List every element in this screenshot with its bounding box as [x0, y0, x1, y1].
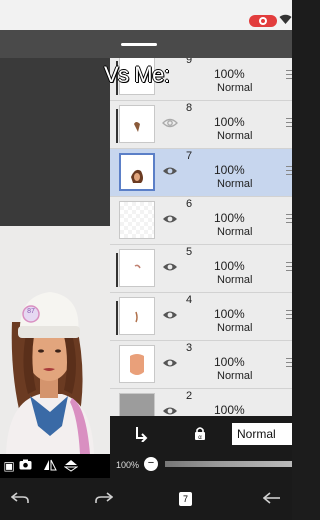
layer-blend-mode: Normal — [217, 322, 253, 334]
layer-opacity: 100% — [214, 163, 245, 177]
layer-blend-mode: Normal — [217, 370, 253, 382]
layer-thumbnail — [119, 345, 155, 383]
layer-blend-mode: Normal — [217, 274, 253, 286]
eye-icon[interactable] — [162, 405, 178, 416]
flip-horizontal-icon[interactable] — [43, 459, 57, 473]
layer-thumbnail — [119, 201, 155, 239]
layer-opacity: 100% — [214, 259, 245, 273]
clipping-arrow-icon[interactable] — [134, 426, 148, 442]
back-arrow-icon[interactable] — [262, 490, 282, 510]
canvas-background — [0, 58, 110, 226]
layer-menu-icon[interactable] — [286, 118, 292, 130]
layer-thumbnail — [119, 153, 155, 191]
opacity-value: 100% — [116, 460, 140, 470]
layer-blend-mode: Normal — [217, 130, 253, 142]
wifi-icon — [279, 14, 292, 26]
layer-row-5[interactable]: 5 100% Normal — [110, 245, 292, 293]
video-caption: Vs Me: — [104, 62, 170, 87]
camera-icon[interactable] — [18, 459, 32, 473]
layer-menu-icon[interactable] — [286, 214, 292, 226]
eye-icon[interactable] — [162, 309, 178, 321]
layers-button[interactable]: 7 — [179, 492, 192, 506]
undo-icon[interactable] — [10, 490, 30, 510]
blend-mode-select[interactable]: Normal — [232, 423, 292, 445]
layer-menu-icon[interactable] — [286, 262, 292, 274]
layer-opacity: 100% — [214, 115, 245, 129]
layer-number: 8 — [186, 102, 193, 114]
layer-menu-icon[interactable] — [286, 358, 292, 370]
layer-row-8[interactable]: 8 100% Normal — [110, 101, 292, 149]
layer-number: 2 — [186, 390, 193, 402]
hat-badge-text: 87 — [27, 308, 35, 315]
layer-menu-icon[interactable] — [286, 310, 292, 322]
layer-thumbnail — [119, 393, 155, 416]
layer-thumbnail — [119, 249, 155, 287]
layer-number: 5 — [186, 246, 193, 258]
opacity-decrease-button[interactable]: − — [144, 457, 158, 471]
girl-illustration — [6, 292, 94, 454]
opacity-slider[interactable] — [165, 461, 292, 467]
panel-drag-handle[interactable] — [121, 43, 157, 46]
layer-menu-icon[interactable] — [286, 70, 292, 82]
layer-number: 4 — [186, 294, 193, 306]
eye-icon[interactable] — [162, 165, 178, 177]
layer-row-7[interactable]: 7 100% Normal — [110, 149, 292, 197]
layer-blend-mode: Normal — [217, 178, 253, 190]
layer-row-6[interactable]: 6 100% Normal — [110, 197, 292, 245]
eye-icon[interactable] — [162, 117, 178, 129]
layer-menu-icon[interactable] — [286, 166, 292, 178]
eye-icon[interactable] — [162, 357, 178, 369]
layer-opacity: 100% — [214, 211, 245, 225]
layer-number: 3 — [186, 342, 193, 354]
layers-toggle-icon[interactable]: ▣ — [2, 459, 16, 473]
layer-thumbnail — [119, 297, 155, 335]
layer-opacity: 100% — [214, 355, 245, 369]
eye-icon[interactable] — [162, 261, 178, 273]
layer-thumbnail — [119, 105, 155, 143]
drawing-canvas[interactable]: 87 — [0, 226, 110, 454]
layer-list: 9 100% Normal 8 100% Normal 7 100% Norma… — [110, 58, 292, 416]
layer-number: 9 — [186, 58, 193, 66]
layer-blend-mode: Normal — [217, 226, 253, 238]
flip-vertical-icon[interactable] — [63, 459, 79, 473]
layer-opacity: 100% — [214, 307, 245, 321]
eye-icon[interactable] — [162, 213, 178, 225]
svg-text:α: α — [198, 435, 202, 440]
redo-icon[interactable] — [94, 490, 114, 510]
layer-blend-mode: Normal — [217, 82, 253, 94]
record-dot-icon — [259, 17, 267, 25]
layer-row-2[interactable]: 2 100% — [110, 389, 292, 416]
layer-opacity: 100% — [214, 403, 245, 416]
layer-opacity: 100% — [214, 67, 245, 81]
layer-row-3[interactable]: 3 100% Normal — [110, 341, 292, 389]
alpha-lock-icon[interactable]: α — [194, 426, 206, 440]
layer-row-4[interactable]: 4 100% Normal — [110, 293, 292, 341]
status-bar — [0, 0, 292, 30]
bottom-toolbar — [0, 478, 292, 520]
layer-number: 7 — [186, 150, 193, 162]
layer-number: 6 — [186, 198, 193, 210]
